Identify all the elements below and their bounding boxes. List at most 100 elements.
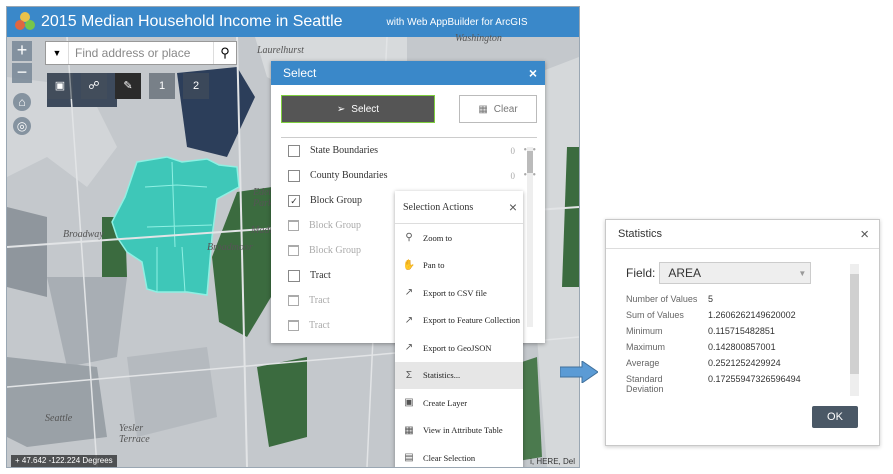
sigma-icon: Σ: [405, 369, 413, 381]
search-icon[interactable]: ⚲: [213, 42, 236, 64]
map-label-madi: Madi: [251, 225, 273, 236]
statistics-dialog: Statistics × Field: AREA ▼ Number of Val…: [605, 219, 880, 446]
clear-button-label: Clear: [493, 103, 518, 115]
field-select[interactable]: AREA ▼: [659, 262, 812, 284]
select-button[interactable]: ➢ Select: [281, 95, 435, 123]
layer-row[interactable]: State Boundaries 0 •••: [281, 138, 537, 163]
layer-checkbox[interactable]: [288, 169, 300, 182]
stat-row: Standard Deviation 0.17255947326596494: [626, 374, 826, 394]
action-label: Create Layer: [423, 397, 468, 408]
home-button[interactable]: ⌂: [13, 93, 31, 111]
statistics-close-icon[interactable]: ×: [860, 226, 869, 243]
map-label-broadmoor: Broadmoor: [207, 242, 253, 253]
stat-row: Number of Values 5: [626, 294, 826, 310]
selection-actions-header: Selection Actions ×: [395, 191, 523, 224]
layer-list-scrollbar[interactable]: [527, 147, 533, 327]
statistics-table: Number of Values 5 Sum of Values 1.26062…: [626, 294, 826, 394]
app-subtitle: with Web AppBuilder for ArcGIS: [386, 16, 528, 28]
create-layer-icon: ▣: [404, 397, 414, 409]
statistics-header: Statistics ×: [606, 220, 879, 249]
field-label: Field:: [626, 266, 656, 280]
pan-to-icon: ✋: [402, 259, 416, 271]
selection-actions-title: Selection Actions: [403, 201, 474, 213]
action-label: Export to CSV file: [423, 287, 487, 298]
map-attribution: i, HERE, Del: [530, 457, 575, 466]
action-label: Export to Feature Collection: [423, 315, 521, 326]
share-icon: ☍: [88, 80, 100, 92]
action-label: Clear Selection: [423, 452, 476, 463]
selection-actions-menu: Selection Actions × ⚲ Zoom to ✋ Pan to ↗…: [395, 191, 523, 467]
action-export-csv[interactable]: ↗ Export to CSV file: [395, 279, 523, 307]
statistics-scrollbar[interactable]: [850, 264, 859, 396]
stat-label: Number of Values: [626, 294, 698, 304]
app-title: 2015 Median Household Income in Seattle: [41, 13, 343, 30]
statistics-title: Statistics: [618, 228, 663, 240]
stat-row: Maximum 0.142800857001: [626, 342, 826, 358]
stat-label: Average: [626, 358, 660, 368]
stat-label: Sum of Values: [626, 310, 684, 320]
stat-value: 0.2521252429924: [708, 358, 781, 368]
search-input[interactable]: Find address or place: [69, 46, 213, 60]
clear-button[interactable]: ▦ Clear: [459, 95, 537, 123]
action-clear-selection[interactable]: ▤ Clear Selection: [395, 444, 523, 467]
layer-checkbox-checked[interactable]: ✓: [288, 194, 300, 207]
export-icon: ↗: [404, 287, 414, 299]
layer-checkbox[interactable]: [288, 320, 299, 331]
stat-label: Minimum: [626, 326, 663, 336]
action-view-attribute-table[interactable]: ▦ View in Attribute Table: [395, 417, 523, 445]
zoom-in-button[interactable]: +: [12, 41, 32, 61]
layer-name: County Boundaries: [310, 170, 388, 181]
selection-actions-close-icon[interactable]: ×: [509, 199, 517, 215]
layer-checkbox[interactable]: [288, 295, 299, 306]
locate-button[interactable]: ◎: [13, 117, 31, 135]
home-icon: ⌂: [18, 95, 26, 109]
field-row: Field: AREA ▼: [626, 262, 812, 284]
zoom-out-button[interactable]: −: [12, 63, 32, 83]
search-source-dropdown[interactable]: ▼: [46, 42, 69, 64]
locate-icon: ◎: [16, 119, 28, 133]
layer-checkbox[interactable]: [288, 220, 299, 231]
map-label-broadway: Broadway: [63, 229, 104, 240]
chevron-down-icon: ▼: [798, 268, 807, 278]
web-app-window: 2015 Median Household Income in Seattle …: [6, 6, 580, 468]
scrollbar-thumb[interactable]: [527, 151, 533, 173]
action-statistics[interactable]: Σ Statistics...: [395, 361, 523, 389]
action-pan-to[interactable]: ✋ Pan to: [395, 252, 523, 280]
action-export-geojson[interactable]: ↗ Export to GeoJSON: [395, 334, 523, 362]
map-label-seattle: Seattle: [45, 413, 73, 424]
layer-name: State Boundaries: [310, 145, 379, 156]
map-label-washington: Washington: [455, 33, 502, 44]
layer-row[interactable]: County Boundaries 0 •••: [281, 163, 537, 188]
coordinate-toggle-icon[interactable]: +: [15, 456, 22, 465]
toolbar-select-button[interactable]: ✎: [115, 73, 141, 99]
layers-icon: ▣: [54, 80, 66, 92]
toolbar-layers-button[interactable]: ▣: [47, 73, 73, 99]
layer-checkbox[interactable]: [288, 245, 299, 256]
toolbar-page-2-button[interactable]: 2: [183, 73, 209, 99]
table-icon: ▦: [404, 424, 414, 436]
layer-checkbox[interactable]: [288, 269, 300, 282]
layer-count: 0: [510, 145, 516, 156]
ok-button[interactable]: OK: [812, 406, 858, 428]
scrollbar-thumb[interactable]: [850, 274, 859, 374]
stat-value: 1.2606262149620002: [708, 310, 796, 320]
field-select-value: AREA: [668, 266, 702, 280]
stat-row: Minimum 0.115715482851: [626, 326, 826, 342]
toolbar-share-button[interactable]: ☍: [81, 73, 107, 99]
stat-row: Average 0.2521252429924: [626, 358, 826, 374]
action-create-layer[interactable]: ▣ Create Layer: [395, 389, 523, 417]
select-button-label: Select: [351, 103, 380, 115]
toolbar-page-1-button[interactable]: 1: [149, 73, 175, 99]
select-panel-title: Select: [283, 66, 317, 80]
app-logo-icon: [15, 12, 35, 32]
layer-more-icon[interactable]: •••: [515, 170, 537, 181]
action-zoom-to[interactable]: ⚲ Zoom to: [395, 224, 523, 252]
export-icon: ↗: [404, 342, 414, 354]
layer-checkbox[interactable]: [288, 144, 300, 157]
stat-value: 0.115715482851: [708, 326, 775, 336]
select-panel-close-icon[interactable]: ×: [529, 65, 537, 81]
action-label: Export to GeoJSON: [423, 342, 492, 353]
layer-more-icon[interactable]: •••: [515, 145, 537, 156]
action-export-feature-collection[interactable]: ↗ Export to Feature Collection: [395, 307, 523, 335]
stat-value: 0.17255947326596494: [708, 374, 801, 384]
